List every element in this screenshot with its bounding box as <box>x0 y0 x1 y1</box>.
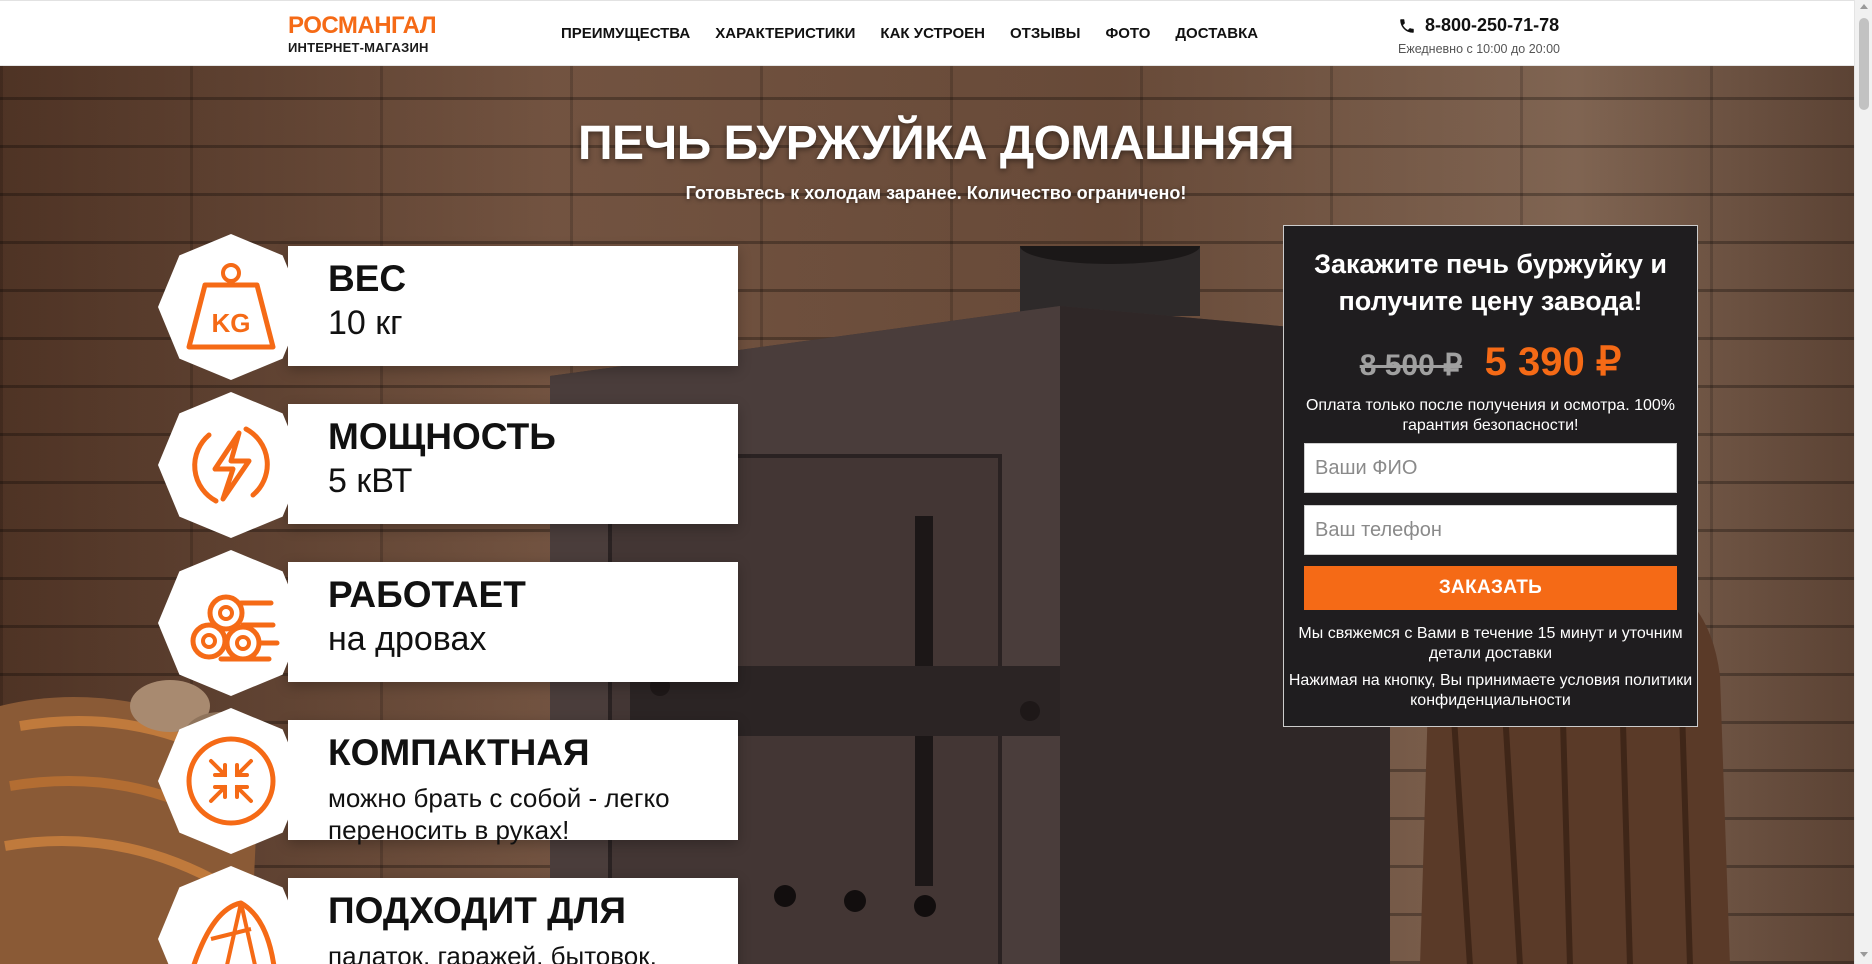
lightning-icon <box>192 426 270 504</box>
site-header: РОСМАНГАЛ ИНТЕРНЕТ-МАГАЗИН ПРЕИМУЩЕСТВА … <box>0 0 1854 66</box>
nav-link-advantages[interactable]: ПРЕИМУЩЕСТВА <box>561 25 690 42</box>
nav-link-how-it-works[interactable]: КАК УСТРОЕН <box>880 25 985 42</box>
compress-arrows-icon <box>186 736 276 826</box>
feature-compact: КОМПАКТНАЯ можно брать с собой - легко п… <box>158 708 738 854</box>
phone-input[interactable] <box>1304 505 1677 555</box>
hero-title: ПЕЧЬ БУРЖУЙКА ДОМАШНЯЯ <box>578 117 1294 170</box>
nav-link-delivery[interactable]: ДОСТАВКА <box>1175 25 1258 42</box>
phone-link[interactable]: 8-800-250-71-78 <box>1398 15 1560 36</box>
feature-text: можно брать с собой - легко переносить в… <box>328 783 670 845</box>
feature-text: на дровах <box>328 620 487 658</box>
feature-title: РАБОТАЕТ <box>328 574 526 615</box>
logo[interactable]: РОСМАНГАЛ ИНТЕРНЕТ-МАГАЗИН <box>288 12 437 55</box>
order-form-title: Закажите печь буржуйку и получите цену з… <box>1314 249 1667 316</box>
feature-weight: KG ВЕС 10 кг <box>158 234 738 380</box>
feature-badge <box>158 550 304 696</box>
main-nav: ПРЕИМУЩЕСТВА ХАРАКТЕРИСТИКИ КАК УСТРОЕН … <box>561 25 1283 42</box>
feature-fuel: РАБОТАЕТ на дровах <box>158 550 738 696</box>
weight-kg-icon: KG <box>186 263 276 350</box>
feature-text: 10 кг <box>328 304 403 342</box>
feature-badge <box>158 708 304 854</box>
nav-link-reviews[interactable]: ОТЗЫВЫ <box>1010 25 1080 42</box>
order-button[interactable]: ЗАКАЗАТЬ <box>1304 566 1677 610</box>
scroll-down-arrow-icon[interactable] <box>1860 952 1868 957</box>
nav-link-specs[interactable]: ХАРАКТЕРИСТИКИ <box>715 25 855 42</box>
svg-text:KG: KG <box>212 308 251 338</box>
callback-note: Мы свяжемся с Вами в течение 15 минут и … <box>1298 625 1683 662</box>
feature-suitable-for: ПОДХОДИТ ДЛЯ палаток, гаражей, бытовок, <box>158 866 738 964</box>
order-form: Закажите печь буржуйку и получите цену з… <box>1283 225 1698 727</box>
working-hours: Ежедневно с 10:00 до 20:00 <box>1398 42 1560 56</box>
feature-badge <box>158 866 304 964</box>
firewood-icon <box>190 594 280 662</box>
scroll-up-arrow-icon[interactable] <box>1860 4 1868 9</box>
feature-title: ВЕС <box>328 258 407 299</box>
old-price: 8 500 ₽ <box>1359 349 1463 382</box>
hero-subtitle: Готовьтесь к холодам заранее. Количество… <box>685 183 1187 203</box>
feature-title: КОМПАКТНАЯ <box>328 732 590 773</box>
price-row: 8 500 ₽ 5 390 ₽ <box>1284 339 1697 385</box>
privacy-note[interactable]: Нажимая на кнопку, Вы принимаете условия… <box>1284 671 1697 711</box>
phone-number: 8-800-250-71-78 <box>1425 15 1560 35</box>
payment-guarantee-text: Оплата только после получения и осмотра.… <box>1305 397 1676 434</box>
feature-text: палаток, гаражей, бытовок, <box>328 941 657 964</box>
feature-text: 5 кВТ <box>328 462 413 500</box>
feature-badge <box>158 392 304 538</box>
nav-link-photo[interactable]: ФОТО <box>1105 25 1150 42</box>
hero-section: ПЕЧЬ БУРЖУЙКА ДОМАШНЯЯ Готовьтесь к холо… <box>0 66 1854 964</box>
logo-subtitle: ИНТЕРНЕТ-МАГАЗИН <box>288 40 429 55</box>
feature-power: МОЩНОСТЬ 5 кВТ <box>158 392 738 538</box>
name-input[interactable] <box>1304 443 1677 493</box>
feature-title: МОЩНОСТЬ <box>328 416 556 457</box>
scroll-thumb[interactable] <box>1859 18 1869 110</box>
new-price: 5 390 ₽ <box>1484 340 1622 384</box>
feature-title: ПОДХОДИТ ДЛЯ <box>328 890 627 931</box>
page-scrollbar[interactable] <box>1854 0 1872 964</box>
phone-icon <box>1400 18 1414 33</box>
logo-title: РОСМАНГАЛ <box>288 12 437 39</box>
tent-icon <box>191 900 277 964</box>
contact-block: 8-800-250-71-78 Ежедневно с 10:00 до 20:… <box>1398 15 1560 56</box>
feature-badge: KG <box>158 234 304 380</box>
